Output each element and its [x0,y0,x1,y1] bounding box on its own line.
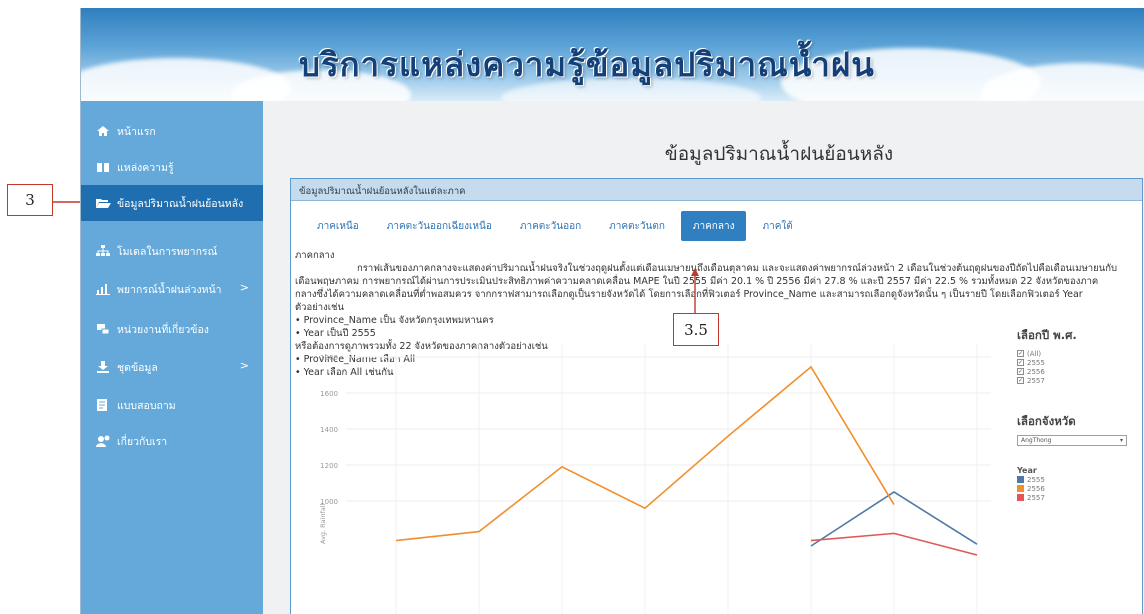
legend-swatch [1017,485,1024,492]
description-text: เดือนพฤษภาคม การพยากรณ์ได้ผ่านการประเมิน… [295,276,1099,287]
chevron-down-icon: ▾ [1119,437,1123,444]
province-filter-title: เลือกจังหวัด [1017,414,1076,428]
year-option[interactable]: ✓ 2557 [1017,376,1137,385]
callout-3: 3 [7,184,53,216]
year-option[interactable]: ✓ (All) [1017,349,1137,358]
main-content: ข้อมูลปริมาณน้ำฝนย้อนหลัง ข้อมูลปริมาณน้… [263,101,1144,614]
year-option[interactable]: ✓ 2556 [1017,367,1137,376]
callout-35-label: 3.5 [684,320,708,339]
rainfall-chart-svg: 10001200140016001800Avg. Rainfall [319,344,991,614]
sidebar-item-about[interactable]: เกี่ยวกับเรา [81,423,263,459]
y-tick-label: 1200 [320,462,338,470]
tab-south[interactable]: ภาคใต้ [750,211,804,241]
legend-label: 2556 [1027,484,1045,493]
legend-swatch [1017,476,1024,483]
year-option-label: 2555 [1027,358,1045,367]
province-select[interactable]: AngThong ▾ [1017,435,1127,446]
chevron-right-icon: > [239,281,249,294]
description-heading: ภาคกลาง [295,250,335,261]
sidebar: หน้าแรก แหล่งความรู้ ข้อมูลปริมาณน้ำฝนย้… [81,101,263,614]
bar-chart-icon [95,282,111,296]
sidebar-item-label: พยากรณ์น้ำฝนล่วงหน้า [117,283,222,296]
filter-panel: เลือกปี พ.ศ. ✓ (All) ✓ 2555 ✓ 2556 ✓ 2557 เล… [1017,327,1137,502]
legend-swatch [1017,494,1024,501]
sidebar-item-label: โมเดลในการพยากรณ์ [117,245,218,258]
y-tick-label: 1600 [320,390,338,398]
sidebar-item-knowledge[interactable]: แหล่งความรู้ [81,149,263,185]
book-icon [95,160,111,174]
province-select-value: AngThong [1021,437,1052,444]
year-option-label: 2557 [1027,376,1045,385]
year-option-label: 2556 [1027,367,1045,376]
checkbox-icon: ✓ [1017,359,1024,366]
app-window: บริการแหล่งความรู้ข้อมูลปริมาณน้ำฝน หน้า… [80,8,1144,614]
sidebar-item-label: หน้าแรก [117,125,156,138]
page-title: ข้อมูลปริมาณน้ำฝนย้อนหลัง [664,143,894,165]
tab-north[interactable]: ภาคเหนือ [305,211,371,241]
y-axis-label: Avg. Rainfall [319,503,327,544]
user-info-icon [95,434,111,448]
year-option[interactable]: ✓ 2555 [1017,358,1137,367]
home-icon [95,124,111,138]
sidebar-item-datasets[interactable]: ชุดข้อมูล > [81,349,263,385]
checkbox-icon: ✓ [1017,350,1024,357]
banner: บริการแหล่งความรู้ข้อมูลปริมาณน้ำฝน [81,8,1144,101]
sidebar-item-label: หน่วยงานที่เกี่ยวข้อง [117,323,209,336]
sitemap-icon [95,244,111,258]
sidebar-item-label: แหล่งความรู้ [117,161,174,174]
sidebar-item-rainfall-history[interactable]: ข้อมูลปริมาณน้ำฝนย้อนหลัง [81,185,263,221]
callout-35: 3.5 [673,313,719,346]
description-text: กราฟเส้นของภาคกลางจะแสดงค่าปริมาณน้ำฝนจร… [357,263,1117,274]
legend-item: 2557 [1017,493,1137,502]
tab-west[interactable]: ภาคตะวันตก [597,211,677,241]
checkbox-icon: ✓ [1017,377,1024,384]
sidebar-item-label: เกี่ยวกับเรา [117,435,168,448]
org-icon [95,322,111,336]
sidebar-item-models[interactable]: โมเดลในการพยากรณ์ [81,233,263,269]
legend-item: 2556 [1017,484,1137,493]
legend-label: 2555 [1027,475,1045,484]
sidebar-item-home[interactable]: หน้าแรก [81,113,263,149]
sidebar-item-agencies[interactable]: หน่วยงานที่เกี่ยวข้อง [81,311,263,347]
legend-title: Year [1017,466,1037,475]
region-panel: ข้อมูลปริมาณน้ำฝนย้อนหลังในแต่ละภาค ภาคเ… [290,178,1143,614]
legend-label: 2557 [1027,493,1045,502]
form-icon [95,398,111,412]
y-tick-label: 1800 [320,354,338,362]
year-filter-title: เลือกปี พ.ศ. [1017,328,1077,342]
tab-east[interactable]: ภาคตะวันออก [508,211,593,241]
region-tabs: ภาคเหนือ ภาคตะวันออกเฉียงเหนือ ภาคตะวันอ… [305,211,809,241]
download-icon [95,360,111,374]
tab-northeast[interactable]: ภาคตะวันออกเฉียงเหนือ [375,211,504,241]
panel-title: ข้อมูลปริมาณน้ำฝนย้อนหลังในแต่ละภาค [291,179,1142,201]
year-option-label: (All) [1027,349,1042,358]
chevron-right-icon: > [239,359,249,372]
folder-open-icon [95,196,111,210]
description-text: กลางซึ่งได้ความคลาดเคลื่อนที่ต่ำพอสมควร … [295,289,1083,300]
sidebar-item-label: ข้อมูลปริมาณน้ำฝนย้อนหลัง [117,197,244,210]
y-tick-label: 1400 [320,426,338,434]
sidebar-item-forecast[interactable]: พยากรณ์น้ำฝนล่วงหน้า > [81,271,263,307]
site-title: บริการแหล่งความรู้ข้อมูลปริมาณน้ำฝน [299,45,875,84]
legend-item: 2555 [1017,475,1137,484]
sidebar-item-label: แบบสอบถาม [117,399,176,412]
sidebar-item-label: ชุดข้อมูล [117,361,158,374]
sidebar-item-survey[interactable]: แบบสอบถาม [81,387,263,423]
checkbox-icon: ✓ [1017,368,1024,375]
callout-3-label: 3 [25,191,35,209]
tab-central[interactable]: ภาคกลาง [680,211,747,241]
